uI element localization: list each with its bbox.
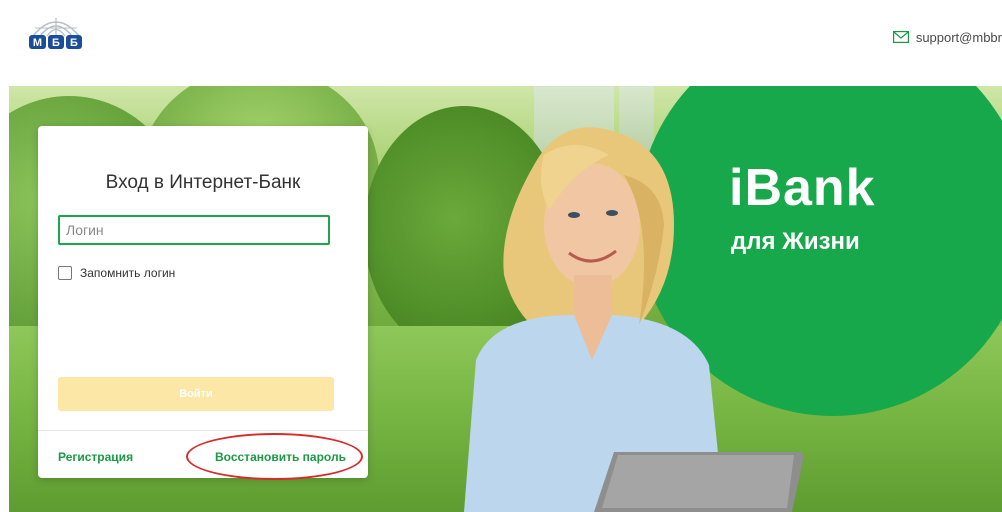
logo-text-m: М	[33, 37, 42, 49]
globe-logo-icon: М Б Б	[29, 18, 82, 49]
remember-checkbox[interactable]	[58, 266, 72, 280]
login-card: Вход в Интернет-Банк Запомнить логин Вой…	[38, 126, 368, 480]
laptop-image	[594, 452, 804, 512]
logo-text-b1: Б	[52, 37, 60, 49]
support-contact[interactable]: support@mbbr	[892, 28, 1002, 46]
bank-logo[interactable]: М Б Б	[27, 14, 85, 50]
remember-login[interactable]: Запомнить логин	[58, 266, 175, 280]
envelope-icon	[892, 31, 909, 43]
remember-label[interactable]: Запомнить логин	[80, 266, 175, 280]
highlight-annotation	[186, 433, 363, 480]
support-email[interactable]: support@mbbr	[916, 30, 1002, 45]
login-input[interactable]	[58, 215, 330, 245]
register-link[interactable]: Регистрация	[58, 450, 133, 464]
header: М Б Б support@mbbr	[0, 0, 1002, 86]
login-title: Вход в Интернет-Банк	[105, 172, 301, 193]
card-divider	[38, 430, 368, 431]
login-button[interactable]: Войти	[58, 377, 334, 411]
logo-text-b2: Б	[70, 37, 78, 49]
